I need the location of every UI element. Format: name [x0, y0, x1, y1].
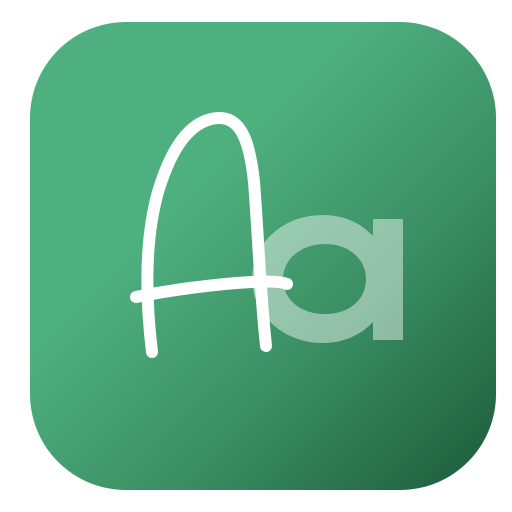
icon-canvas: [0, 0, 512, 512]
app-icon[interactable]: [30, 22, 496, 490]
font-icon: [30, 22, 496, 490]
